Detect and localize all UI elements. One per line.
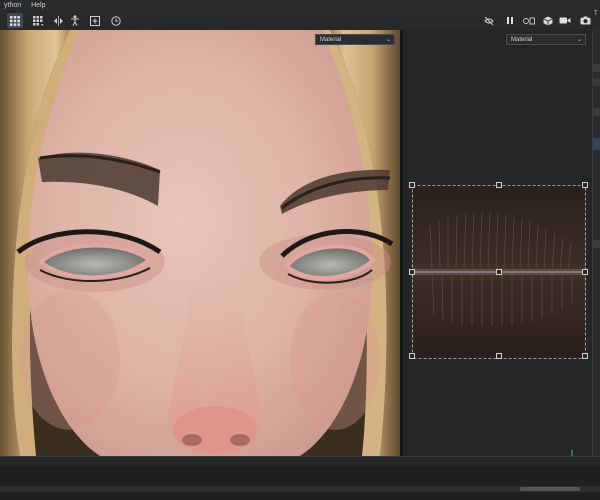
- transform-handle[interactable]: [496, 353, 502, 359]
- split-view-button[interactable]: [521, 13, 537, 28]
- grid-options-icon: [32, 15, 43, 26]
- cube-button[interactable]: [540, 13, 556, 28]
- cube-icon: [543, 16, 553, 25]
- frame-button[interactable]: [87, 13, 103, 28]
- texture-viewport[interactable]: Material ⌄: [403, 30, 592, 462]
- shading-mode-dropdown-right[interactable]: Material ⌄: [506, 34, 586, 45]
- transform-handle[interactable]: [409, 269, 415, 275]
- horizontal-scrollbar[interactable]: [0, 486, 600, 492]
- sidebar-title: T: [594, 11, 598, 17]
- screenshot-button[interactable]: [577, 13, 593, 28]
- clock-icon: [111, 15, 121, 26]
- pause-button[interactable]: [502, 13, 518, 28]
- grid-view-button[interactable]: [7, 13, 23, 28]
- transform-handle[interactable]: [496, 182, 502, 188]
- sidebar-tab[interactable]: [593, 78, 600, 86]
- grid-options-button[interactable]: [30, 13, 46, 28]
- character-pose-icon: [71, 15, 79, 26]
- shading-mode-label: Material: [511, 37, 533, 43]
- sidebar-tab[interactable]: [593, 240, 600, 248]
- split-view-icon: [523, 17, 535, 24]
- visibility-off-icon: [484, 16, 494, 25]
- sidebar-tab[interactable]: [593, 64, 600, 72]
- pause-icon: [507, 17, 513, 24]
- grid-view-icon: [10, 15, 20, 26]
- transform-handle[interactable]: [409, 353, 415, 359]
- transform-handle[interactable]: [409, 182, 415, 188]
- transform-handle[interactable]: [582, 269, 588, 275]
- viewport-toolbar: [0, 11, 600, 31]
- camera-button[interactable]: [557, 13, 573, 28]
- 3d-viewport-main[interactable]: Material ⌄: [0, 30, 400, 456]
- chevron-down-icon: ⌄: [385, 37, 391, 43]
- scrollbar-thumb[interactable]: [520, 487, 580, 491]
- mirror-button[interactable]: [50, 13, 66, 28]
- menu-bar: ython Help: [0, 0, 600, 11]
- timeline-strip: [0, 456, 600, 466]
- transform-handle[interactable]: [582, 353, 588, 359]
- sidebar-tab[interactable]: [593, 108, 600, 116]
- menu-python[interactable]: ython: [0, 0, 25, 11]
- camera-icon: [559, 17, 571, 24]
- screenshot-icon: [580, 16, 590, 25]
- face-render: [0, 30, 400, 456]
- bottom-panel: [0, 456, 600, 500]
- shading-mode-dropdown-left[interactable]: Material ⌄: [315, 34, 395, 45]
- properties-sidebar: T: [592, 11, 600, 456]
- sidebar-tab-active[interactable]: [593, 138, 600, 150]
- transform-handle[interactable]: [496, 269, 502, 275]
- menu-help[interactable]: Help: [27, 0, 49, 11]
- clock-button[interactable]: [108, 13, 124, 28]
- visibility-off-button[interactable]: [481, 13, 497, 28]
- shading-mode-label: Material: [320, 37, 342, 43]
- frame-icon: [90, 15, 100, 26]
- character-pose-button[interactable]: [67, 13, 83, 28]
- transform-handle[interactable]: [582, 182, 588, 188]
- mirror-icon: [53, 15, 63, 26]
- chevron-down-icon: ⌄: [576, 37, 582, 43]
